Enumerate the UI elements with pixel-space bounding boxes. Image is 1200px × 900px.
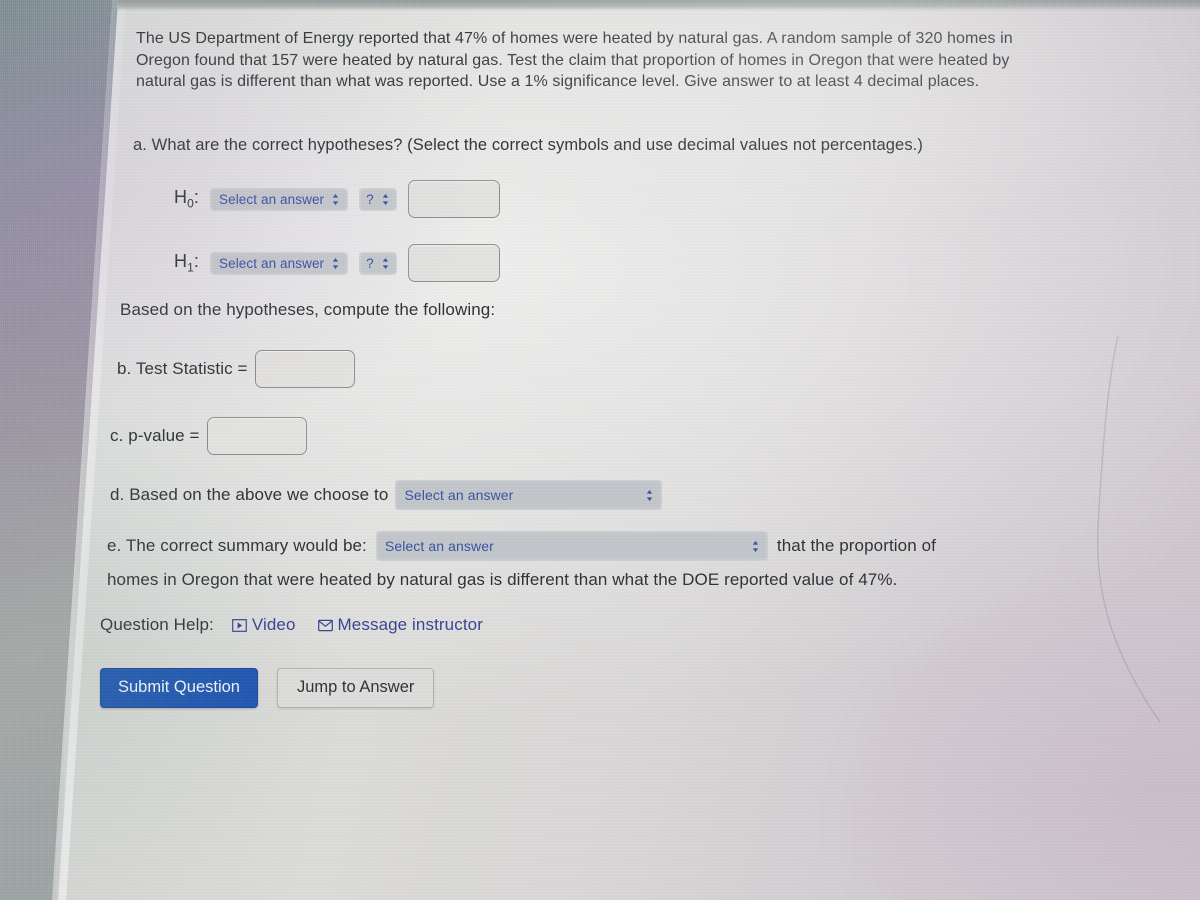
part-c-row: c. p-value = xyxy=(110,417,307,455)
action-button-row: Submit Question Jump to Answer xyxy=(100,668,435,708)
decision-label: d. Based on the above we choose to xyxy=(110,485,389,504)
compute-instruction: Based on the hypotheses, compute the fol… xyxy=(120,300,496,319)
question-help-label: Question Help: xyxy=(100,615,214,634)
question-help-row: Question Help: Video Message instructor xyxy=(100,615,483,635)
h0-parameter-select[interactable]: Select an answer xyxy=(210,187,349,211)
alternative-hypothesis-label: H1: xyxy=(174,251,199,275)
h0-symbol-select[interactable]: ? xyxy=(359,187,397,211)
h1-symbol-select-value: ? xyxy=(366,255,374,271)
h1-symbol-select[interactable]: ? xyxy=(359,251,397,275)
summary-second-line: homes in Oregon that were heated by natu… xyxy=(107,570,898,589)
p-value-input[interactable] xyxy=(206,417,307,455)
h0-value-input[interactable] xyxy=(407,180,500,218)
question-prompt: The US Department of Energy reported tha… xyxy=(136,30,1013,90)
message-instructor-link[interactable]: Message instructor xyxy=(317,615,483,635)
h0-symbol-select-value: ? xyxy=(366,191,374,207)
null-hypothesis-row: H0: Select an answer ? xyxy=(174,180,500,218)
chevron-updown-icon xyxy=(332,257,339,269)
h1-subscript: 1 xyxy=(187,260,194,275)
test-statistic-label: b. Test Statistic = xyxy=(117,359,248,378)
submit-question-button[interactable]: Submit Question xyxy=(100,668,258,708)
video-help-label: Video xyxy=(251,615,296,634)
envelope-icon xyxy=(317,619,333,631)
h1-colon: : xyxy=(193,251,199,272)
p-value-label: c. p-value = xyxy=(110,426,200,445)
h0-letter: H xyxy=(174,187,188,208)
part-d-row: d. Based on the above we choose to Selec… xyxy=(110,480,663,510)
h0-parameter-select-value: Select an answer xyxy=(219,191,325,207)
chevron-updown-icon xyxy=(382,257,388,269)
h1-letter: H xyxy=(174,251,188,272)
chevron-updown-icon xyxy=(332,193,339,205)
summary-select-value: Select an answer xyxy=(384,538,494,554)
h1-parameter-select[interactable]: Select an answer xyxy=(210,251,349,275)
h1-value-input[interactable] xyxy=(407,244,500,282)
video-icon xyxy=(231,618,247,632)
part-b-row: b. Test Statistic = xyxy=(117,350,355,388)
summary-select[interactable]: Select an answer xyxy=(375,531,768,561)
h0-colon: : xyxy=(193,187,199,208)
test-statistic-input[interactable] xyxy=(254,350,355,388)
summary-label: e. The correct summary would be: xyxy=(107,536,367,555)
message-instructor-label: Message instructor xyxy=(337,615,483,634)
null-hypothesis-label: H0: xyxy=(174,187,199,211)
decision-select[interactable]: Select an answer xyxy=(395,480,663,510)
h0-subscript: 0 xyxy=(187,196,194,211)
jump-to-answer-button[interactable]: Jump to Answer xyxy=(276,668,435,708)
h1-parameter-select-value: Select an answer xyxy=(219,255,325,271)
chevron-updown-icon xyxy=(752,540,759,552)
photographed-screen: The US Department of Energy reported tha… xyxy=(0,0,1200,900)
chevron-updown-icon xyxy=(647,489,653,501)
decision-select-value: Select an answer xyxy=(404,487,514,503)
alternative-hypothesis-row: H1: Select an answer ? xyxy=(174,244,500,282)
part-a-instruction: a. What are the correct hypotheses? (Sel… xyxy=(133,136,923,154)
chevron-updown-icon xyxy=(382,193,388,205)
part-e-block: e. The correct summary would be: Select … xyxy=(107,531,1027,590)
assignment-question-panel: The US Department of Energy reported tha… xyxy=(0,0,1200,900)
part-e-row: e. The correct summary would be: Select … xyxy=(107,531,1027,561)
summary-tail-text: that the proportion of xyxy=(776,536,936,555)
video-help-link[interactable]: Video xyxy=(231,615,296,635)
